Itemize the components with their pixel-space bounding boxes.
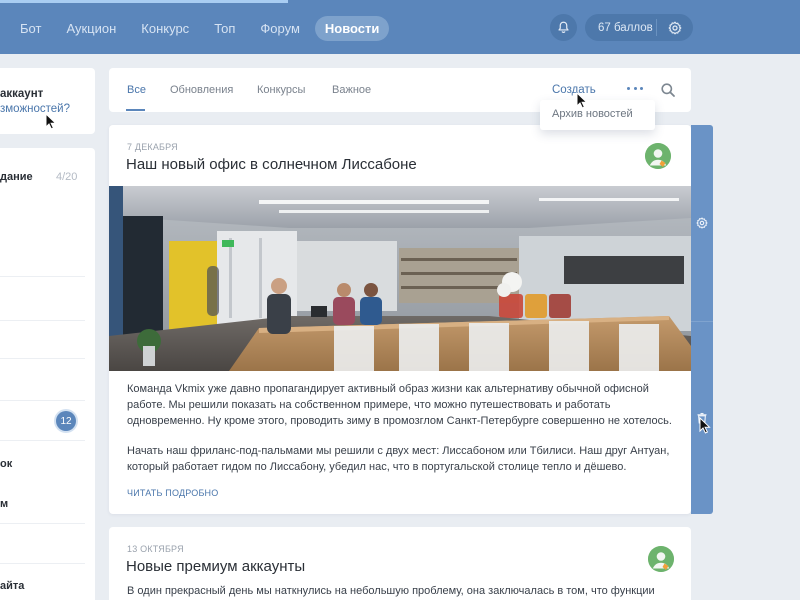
nav-item-forum[interactable]: Форум: [250, 16, 310, 41]
more-menu-dropdown: Архив новостей: [540, 100, 655, 130]
news-card: 13 ОКТЯБРЯ Новые премиум аккаунты В один…: [109, 527, 691, 600]
more-dots-icon[interactable]: [627, 81, 643, 95]
tab-contests[interactable]: Конкурсы: [257, 84, 305, 96]
account-features-link[interactable]: зможностей?: [0, 103, 70, 115]
news-date: 7 ДЕКАБРЯ: [127, 142, 178, 152]
nav-item-auction[interactable]: Аукцион: [56, 16, 126, 41]
menu-item-news-archive[interactable]: Архив новостей: [552, 108, 633, 120]
office-photo: [109, 186, 691, 371]
read-more-link[interactable]: ЧИТАТЬ ПОДРОБНО: [127, 488, 218, 498]
gear-icon: [668, 21, 682, 34]
sidebar-divider: [0, 320, 85, 321]
points-label: 67 баллов: [598, 21, 653, 34]
sidebar-divider: [0, 523, 85, 524]
user-icon: [648, 546, 674, 572]
strip-divider: [691, 321, 713, 322]
author-avatar[interactable]: [648, 546, 674, 572]
mouse-cursor-icon: [576, 92, 588, 109]
nav-item-top[interactable]: Топ: [204, 16, 245, 41]
news-paragraph: Начать наш фриланс-под-пальмами мы решил…: [127, 445, 670, 473]
news-card: 7 ДЕКАБРЯ Наш новый офис в солнечном Лис…: [109, 125, 691, 514]
unread-count-badge: 12: [56, 411, 76, 431]
news-text: В один прекрасный день мы наткнулись на …: [127, 583, 677, 600]
nav-item-news[interactable]: Новости: [314, 16, 390, 41]
top-bar: Бот Аукцион Конкурс Топ Форум Новости 67…: [0, 0, 800, 54]
news-image-office[interactable]: [109, 186, 691, 371]
loading-progress-bar: [0, 0, 288, 3]
user-icon: [645, 143, 671, 169]
sidebar-menu: дание 4/20 12 ок м айта: [0, 148, 95, 600]
news-paragraph: Команда Vkmix уже давно пропагандирует а…: [127, 383, 672, 427]
news-paragraph: В один прекрасный день мы наткнулись на …: [127, 585, 655, 597]
settings-button[interactable]: [657, 21, 693, 35]
news-text: Команда Vkmix уже давно пропагандирует а…: [127, 381, 677, 489]
bell-icon: [558, 21, 569, 33]
edit-settings-button[interactable]: [691, 213, 713, 233]
sidebar-item-2[interactable]: м: [0, 498, 8, 510]
sidebar-item-1[interactable]: ок: [0, 458, 12, 470]
news-title[interactable]: Новые премиум аккаунты: [126, 558, 305, 575]
search-icon[interactable]: [660, 82, 676, 98]
points-balance[interactable]: 67 баллов: [585, 14, 693, 41]
gear-icon: [696, 217, 708, 229]
sidebar-divider: [0, 276, 85, 277]
tab-all[interactable]: Все: [127, 84, 146, 96]
news-date: 13 ОКТЯБРЯ: [127, 544, 184, 554]
sidebar-divider: [0, 440, 85, 441]
tab-important[interactable]: Важное: [332, 84, 371, 96]
active-tab-indicator: [126, 109, 145, 111]
nav-item-bot[interactable]: Бот: [10, 16, 51, 41]
notifications-button[interactable]: [550, 14, 577, 41]
nav-item-contest[interactable]: Конкурс: [131, 16, 199, 41]
create-news-button[interactable]: Создать: [552, 84, 596, 96]
account-title: аккаунт: [0, 88, 44, 100]
sidebar-divider: [0, 563, 85, 564]
sidebar-divider: [0, 358, 85, 359]
sidebar-item-tasks[interactable]: дание: [0, 171, 33, 183]
mouse-cursor-icon: [699, 417, 711, 434]
news-title[interactable]: Наш новый офис в солнечном Лиссабоне: [126, 156, 417, 173]
main-nav: Бот Аукцион Конкурс Топ Форум Новости: [10, 16, 394, 41]
tab-updates[interactable]: Обновления: [170, 84, 233, 96]
mouse-cursor-icon: [45, 113, 57, 130]
sidebar-divider: [0, 400, 85, 401]
news-actions-strip: [691, 125, 713, 514]
task-progress-count: 4/20: [56, 171, 78, 183]
author-avatar[interactable]: [645, 143, 671, 169]
sidebar-item-3[interactable]: айта: [0, 580, 24, 592]
